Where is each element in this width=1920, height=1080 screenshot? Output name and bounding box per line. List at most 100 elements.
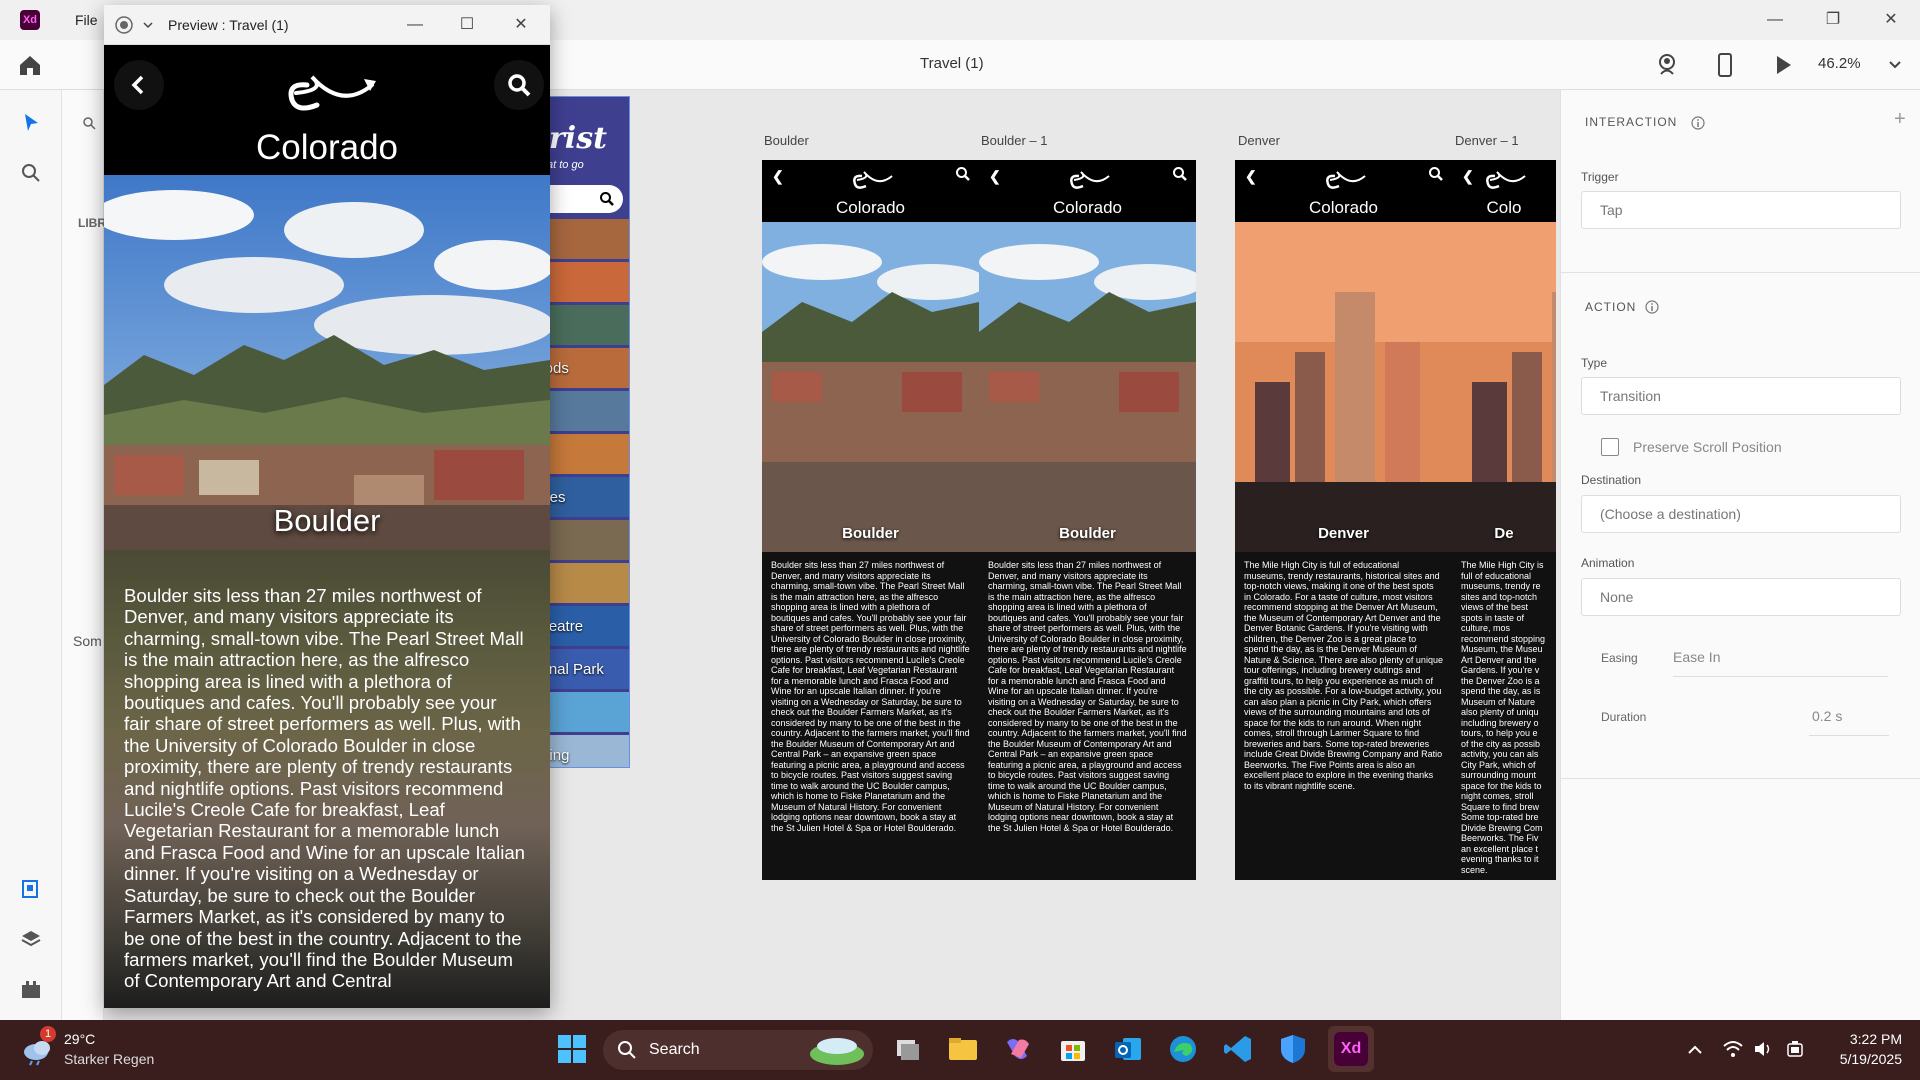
trigger-dropdown[interactable]: Tap — [1581, 191, 1901, 229]
menu-file[interactable]: File — [75, 12, 98, 28]
chevron-left-icon: ❮ — [772, 168, 784, 184]
info-icon[interactable] — [1645, 300, 1659, 314]
artboard-city: Boulder — [1059, 525, 1116, 542]
close-icon[interactable]: ✕ — [506, 13, 536, 37]
weather-alert-badge: 1 — [40, 1026, 56, 1042]
weather-condition: Starker Regen — [64, 1051, 155, 1067]
boulder-photo — [104, 175, 550, 550]
preview-window[interactable]: Preview : Travel (1) — ☐ ✕ Colorado Boul… — [104, 5, 550, 1008]
vscode-icon[interactable] — [1221, 1032, 1255, 1066]
artboard-label[interactable]: Denver – 1 — [1455, 133, 1519, 148]
artboard-description: The Mile High City is full of educationa… — [1461, 560, 1546, 875]
share-user-icon[interactable] — [1652, 50, 1682, 80]
search-label: Search — [649, 1041, 700, 1058]
chevron-left-icon: ❮ — [989, 168, 1001, 184]
artboard-label[interactable]: Denver — [1238, 133, 1280, 148]
artboard[interactable]: ❮ Colo De The Mile High City is full of edu… — [1452, 160, 1556, 880]
type-label: Type — [1581, 356, 1608, 370]
destination-value: (Choose a destination) — [1600, 506, 1741, 522]
easing-label: Easing — [1601, 651, 1638, 665]
colorado-logo — [1069, 171, 1110, 189]
search-icon[interactable] — [18, 160, 44, 186]
artboard-photo — [979, 222, 1196, 552]
taskbar-search[interactable]: Search — [603, 1030, 873, 1070]
chevron-down-icon[interactable] — [1885, 50, 1905, 80]
artboard-label[interactable]: Boulder — [764, 133, 809, 148]
assets-icon[interactable] — [18, 876, 44, 902]
xd-taskbar-active[interactable]: Xd — [1328, 1026, 1374, 1072]
zoom-level[interactable]: 46.2% — [1818, 55, 1861, 72]
chevron-up-icon[interactable] — [1685, 1040, 1705, 1060]
document-title: Travel (1) — [920, 55, 984, 72]
type-dropdown[interactable]: Transition — [1581, 377, 1901, 415]
artboard[interactable]: ❮ Colorado Boulder Boulder sits less than 2… — [979, 160, 1196, 880]
restore-icon[interactable]: ❐ — [1818, 8, 1848, 32]
panel-search-icon[interactable] — [82, 116, 96, 130]
defender-icon[interactable] — [1276, 1032, 1310, 1066]
artboard-city: Denver — [1318, 525, 1369, 542]
colorado-logo — [1486, 171, 1526, 189]
device-preview-icon[interactable] — [1710, 50, 1740, 80]
artboard-city: Boulder — [842, 525, 899, 542]
volume-icon[interactable] — [1752, 1038, 1774, 1060]
artboard[interactable]: ❮ Colorado Boulder Boulder sits less than 2… — [762, 160, 979, 880]
microsoft-store-icon[interactable] — [1056, 1032, 1090, 1066]
destination-label: Destination — [1581, 473, 1642, 487]
edge-icon[interactable] — [1166, 1032, 1200, 1066]
temperature: 29°C — [64, 1031, 96, 1047]
chevron-left-icon: ❮ — [1245, 168, 1257, 184]
artboard-photo — [762, 222, 979, 552]
minimize-icon[interactable]: — — [1760, 8, 1790, 32]
select-tool-icon[interactable] — [18, 110, 44, 136]
preview-header: Colorado — [104, 45, 550, 175]
preserve-scroll-checkbox[interactable] — [1601, 438, 1619, 456]
colorado-logo — [288, 75, 376, 111]
artboard-header: ❮ Colo — [1452, 160, 1556, 222]
artboard-brand: Colorado — [836, 198, 905, 217]
artboard-description: Boulder sits less than 27 miles northwes… — [771, 560, 970, 833]
clock-date[interactable]: 5/19/2025 — [1820, 1051, 1902, 1067]
record-icon[interactable] — [114, 15, 134, 35]
maximize-icon[interactable]: ☐ — [452, 13, 482, 37]
duration-input[interactable]: 0.2 s — [1812, 708, 1842, 724]
battery-icon[interactable] — [1784, 1038, 1806, 1060]
outlook-icon[interactable] — [1111, 1032, 1145, 1066]
destination-dropdown[interactable]: (Choose a destination) — [1581, 495, 1901, 533]
search-icon — [1429, 167, 1443, 181]
plugins-icon[interactable] — [18, 976, 44, 1002]
xd-icon: Xd — [1334, 1032, 1368, 1066]
artboard[interactable]: ❮ Colorado Denver The Mile High City is ful… — [1235, 160, 1452, 880]
windows-taskbar: 1 29°C Starker Regen Search Xd 3:22 PM 5… — [0, 1020, 1920, 1080]
artboard-photo — [1452, 222, 1556, 552]
clock-time[interactable]: 3:22 PM — [1820, 1031, 1902, 1047]
search-icon — [956, 167, 970, 181]
info-icon[interactable] — [1691, 116, 1705, 130]
trigger-value: Tap — [1600, 202, 1623, 218]
copilot-icon[interactable] — [1001, 1032, 1035, 1066]
background-title: rist — [549, 121, 607, 156]
duration-label: Duration — [1601, 710, 1647, 724]
home-icon[interactable] — [15, 50, 45, 80]
minimize-icon[interactable]: — — [400, 13, 430, 37]
search-icon — [1173, 167, 1187, 181]
easing-dropdown[interactable]: Ease In — [1673, 649, 1720, 665]
play-icon[interactable] — [1768, 50, 1798, 80]
colorado-logo — [1325, 171, 1366, 189]
artboard-brand: Colo — [1486, 198, 1522, 217]
layers-icon[interactable] — [18, 926, 44, 952]
type-value: Transition — [1600, 388, 1661, 404]
animation-value: None — [1600, 589, 1634, 605]
add-interaction-icon[interactable]: + — [1894, 108, 1906, 131]
animation-dropdown[interactable]: None — [1581, 578, 1901, 616]
wifi-icon[interactable] — [1722, 1038, 1744, 1060]
close-icon[interactable]: ✕ — [1876, 8, 1906, 32]
chevron-down-icon[interactable] — [142, 19, 154, 31]
artboard-header: ❮ Colorado — [1235, 160, 1452, 222]
back-button[interactable] — [114, 60, 164, 110]
start-icon[interactable] — [555, 1032, 589, 1066]
artboard-city: De — [1494, 525, 1514, 542]
task-view-icon[interactable] — [891, 1032, 925, 1066]
file-explorer-icon[interactable] — [946, 1032, 980, 1066]
search-button[interactable] — [494, 60, 544, 110]
artboard-label[interactable]: Boulder – 1 — [981, 133, 1048, 148]
